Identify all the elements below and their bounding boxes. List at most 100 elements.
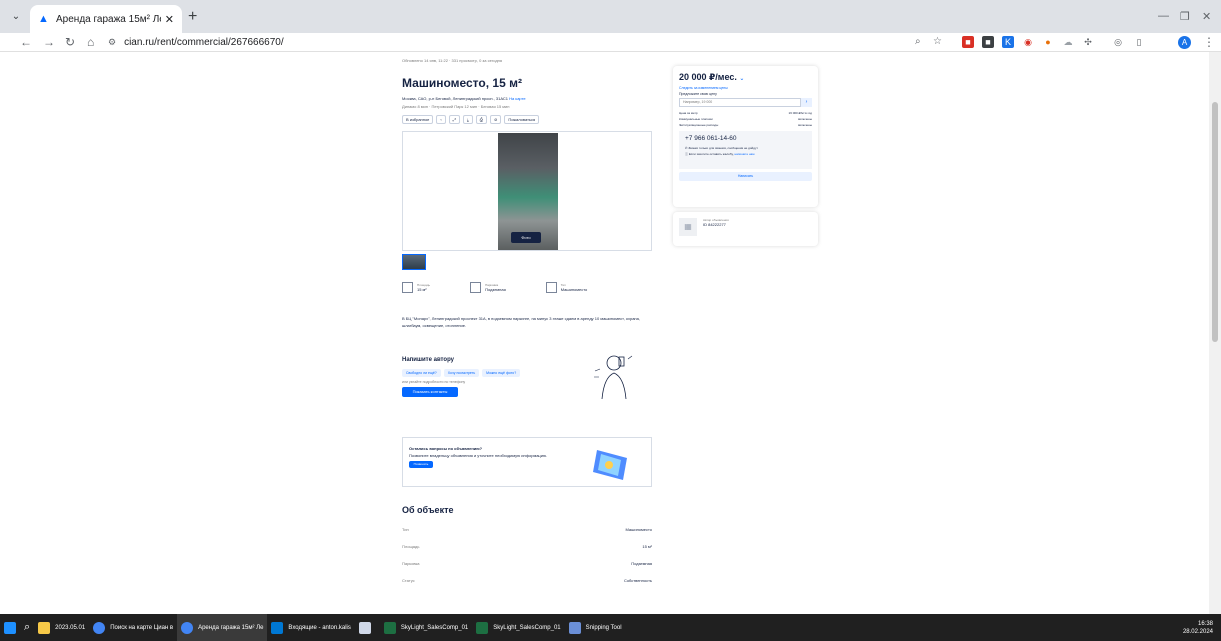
scrollbar-thumb[interactable] <box>1212 102 1218 342</box>
search-button[interactable]: ⌕ <box>20 614 34 641</box>
taskbar-item[interactable]: Входящие - anton.kalis <box>267 614 354 641</box>
condition-row: Эксплуатационные расходы включены <box>679 123 812 127</box>
fact-area: Площадь 15 м² <box>402 282 430 293</box>
about-value: Машиноместо <box>625 527 652 532</box>
minimize-icon[interactable]: — <box>1158 10 1169 22</box>
photo-count-button[interactable]: Фото <box>511 232 541 243</box>
zoom-icon[interactable]: ⌕ <box>915 35 921 49</box>
quick-question-chip[interactable]: Хочу посмотреть <box>443 369 480 377</box>
bookmark-star-icon[interactable]: ☆ <box>933 35 942 49</box>
print-button[interactable]: ⎙ <box>475 115 487 124</box>
listing-description: В БЦ "Монарх", Ленинградский проспект 31… <box>402 316 640 328</box>
price: 20 000 ₽/мес. ⌄ <box>679 72 812 83</box>
condition-key: Эксплуатационные расходы <box>679 123 719 127</box>
download-button[interactable]: ⤓ <box>462 115 473 124</box>
watch-price-link[interactable]: Следить за изменением цены <box>679 86 812 90</box>
extension-icon[interactable]: ☁ <box>1062 36 1074 48</box>
taskbar-item[interactable] <box>355 614 380 641</box>
taskbar-item[interactable]: Аренда гаража 15м² Ле <box>177 614 268 641</box>
restore-icon[interactable]: ❐ <box>1180 10 1190 23</box>
author-id[interactable]: ID 84222277 <box>703 222 729 227</box>
garage-icon <box>545 282 557 293</box>
clock-time: 16:38 <box>1197 621 1213 627</box>
hide-button[interactable]: ⊘ <box>489 115 502 124</box>
favorite-button[interactable]: В избранное <box>402 115 434 124</box>
page-scrollbar[interactable] <box>1209 52 1221 614</box>
about-row: Тип Машиноместо <box>402 527 652 532</box>
browser-menu-icon[interactable]: ⋮ <box>1203 35 1215 49</box>
author-card: ▦ Автор объявления ID 84222277 <box>673 212 818 246</box>
photo-gallery[interactable]: Фото <box>402 131 652 251</box>
start-button[interactable] <box>0 614 20 641</box>
about-value: Собственность <box>623 578 652 583</box>
home-icon[interactable]: ⌂ <box>87 35 94 49</box>
listing-main: Обновлено 14 янв, 11:22 · 331 просмотр, … <box>402 52 652 583</box>
system-clock[interactable]: 16:38 28.02.2024 <box>1183 620 1213 636</box>
condition-key: Цена за метр <box>679 111 698 115</box>
extension-icon[interactable]: ■ <box>962 36 974 48</box>
condition-value: включены <box>798 123 812 127</box>
price-history-icon[interactable]: ⌄ <box>739 76 744 82</box>
windows-taskbar: ⌕ 2023.05.01 Поиск на карте Циан в Аренд… <box>0 614 1221 641</box>
folder-icon <box>38 621 51 634</box>
extension-icon[interactable]: ■ <box>982 36 994 48</box>
taskbar-label: SkyLight_SalesComp_01 <box>493 624 561 631</box>
shield-extension-icon[interactable]: ◉ <box>1022 36 1034 48</box>
quick-question-chip[interactable]: Свободно ли ещё? <box>402 369 441 377</box>
close-window-icon[interactable]: ✕ <box>1202 10 1211 23</box>
suggest-price-label: Предложите свою цену <box>679 92 717 96</box>
extension-icon[interactable]: ● <box>1042 36 1054 48</box>
phone-illustration <box>593 450 627 480</box>
write-author-block: Напишите автору Свободно ли ещё? Хочу по… <box>402 355 652 417</box>
outlook-icon <box>271 621 284 634</box>
url-text: cian.ru/rent/commercial/267666670/ <box>124 37 284 48</box>
area-icon <box>402 282 413 293</box>
taskbar-item[interactable]: Поиск на карте Циан в <box>89 614 177 641</box>
suggest-price-input[interactable]: Например, 19 000 <box>679 98 801 107</box>
page-viewport: Обновлено 14 янв, 11:22 · 331 просмотр, … <box>0 52 1221 614</box>
complaint-link[interactable]: напишите нам <box>734 152 754 156</box>
taskbar-item[interactable]: SkyLight_SalesComp_01 <box>380 614 472 641</box>
extensions-puzzle-icon[interactable]: ✣ <box>1082 36 1094 48</box>
listing-address: Москва, САО, р-н Беговой, Ленинградский … <box>402 96 652 101</box>
compare-button[interactable]: ⤢ <box>448 115 460 124</box>
back-icon[interactable]: ← <box>20 35 32 49</box>
excel-icon <box>476 621 489 634</box>
submit-price-button[interactable]: › <box>801 98 812 107</box>
call-button[interactable]: Позвонить <box>409 461 433 468</box>
taskbar-item[interactable]: Snipping Tool <box>565 614 626 641</box>
reload-icon[interactable]: ↻ <box>65 35 75 49</box>
new-tab-button[interactable]: + <box>188 8 197 26</box>
share-button[interactable]: ‹ <box>436 115 446 124</box>
tab-search-icon[interactable]: ⌄ <box>8 9 24 25</box>
about-object: Об объекте Тип Машиноместо Площадь 15 м² П… <box>402 505 652 583</box>
taskbar-label: 2023.05.01 <box>55 624 86 631</box>
taskbar-item[interactable]: SkyLight_SalesComp_01 <box>472 614 564 641</box>
metro-list: Динамо 8 мин · Петровский Парк 12 мин · … <box>402 104 510 109</box>
quick-question-chip[interactable]: Можно ещё фото? <box>482 369 521 377</box>
taskbar-item[interactable]: 2023.05.01 <box>34 614 89 641</box>
fact-parking: Парковка Подземная <box>470 282 506 293</box>
about-value: 15 м² <box>642 544 652 549</box>
write-message-button[interactable]: Написать <box>679 172 812 181</box>
profile-avatar[interactable]: A <box>1178 36 1191 49</box>
forward-icon[interactable]: → <box>43 35 55 49</box>
chrome-icon <box>181 621 194 634</box>
map-link[interactable]: На карте <box>509 96 525 101</box>
site-info-icon[interactable]: ⚙ <box>108 37 116 48</box>
photo-thumbnail[interactable] <box>402 254 426 270</box>
report-button[interactable]: Пожаловаться <box>504 115 540 124</box>
taskbar-label: SkyLight_SalesComp_01 <box>400 624 469 631</box>
browser-tab[interactable]: ▲ Аренда гаража 15м² Ленингр ✕ <box>30 5 182 33</box>
extension-k-icon[interactable]: K <box>1002 36 1014 48</box>
media-icon[interactable]: ◎ <box>1112 36 1124 48</box>
questions-text: Позвоните владельцу объявления и уточнит… <box>409 453 548 458</box>
person-phone-illustration <box>594 355 633 400</box>
tab-close-icon[interactable]: ✕ <box>165 13 174 26</box>
show-contacts-button[interactable]: Показать контакты <box>402 387 458 397</box>
phone-number[interactable]: +7 966 061-14-60 <box>685 135 806 142</box>
condition-key: Коммунальные платежи <box>679 117 713 121</box>
phone-box: +7 966 061-14-60 ✆ Звонки только для зво… <box>679 131 812 169</box>
address-bar[interactable]: ⚙ cian.ru/rent/commercial/267666670/ <box>108 35 968 50</box>
side-panel-icon[interactable]: ▯ <box>1133 36 1145 48</box>
